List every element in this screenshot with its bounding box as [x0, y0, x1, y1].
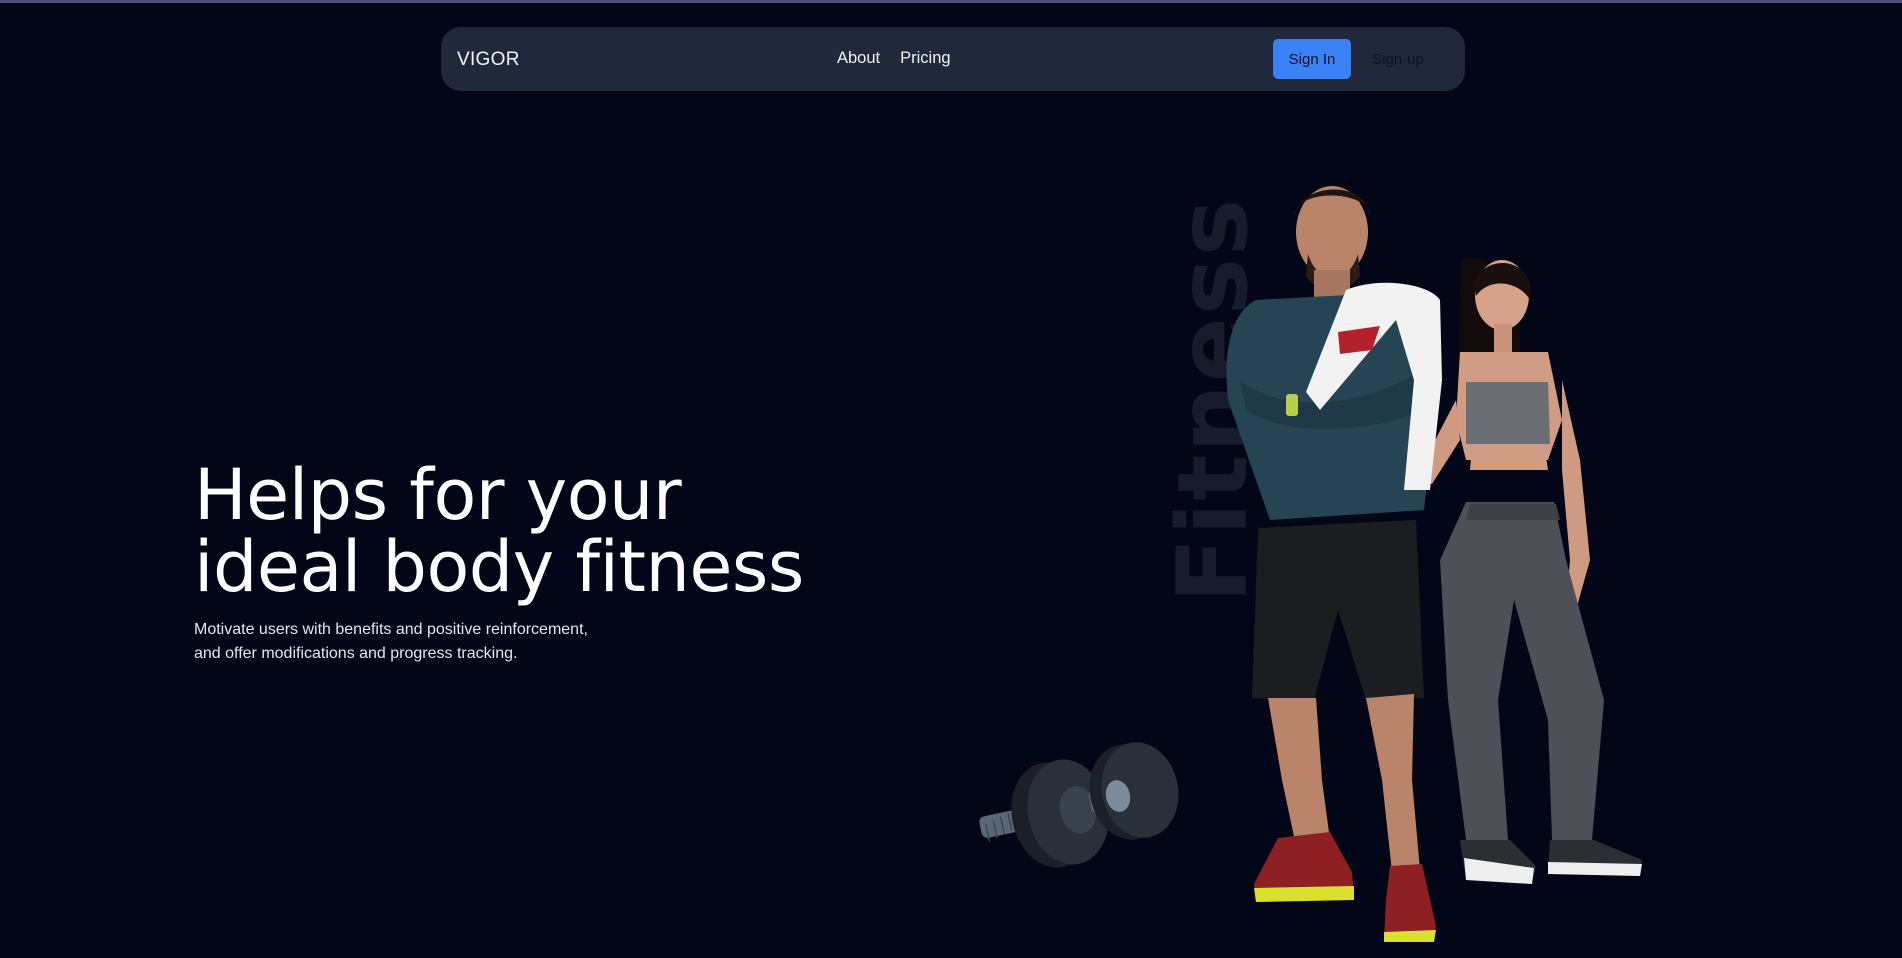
woman-figure — [1418, 257, 1642, 884]
dumbbell-icon — [979, 742, 1179, 868]
hero-illustration — [979, 186, 1642, 942]
man-figure — [1226, 186, 1442, 942]
